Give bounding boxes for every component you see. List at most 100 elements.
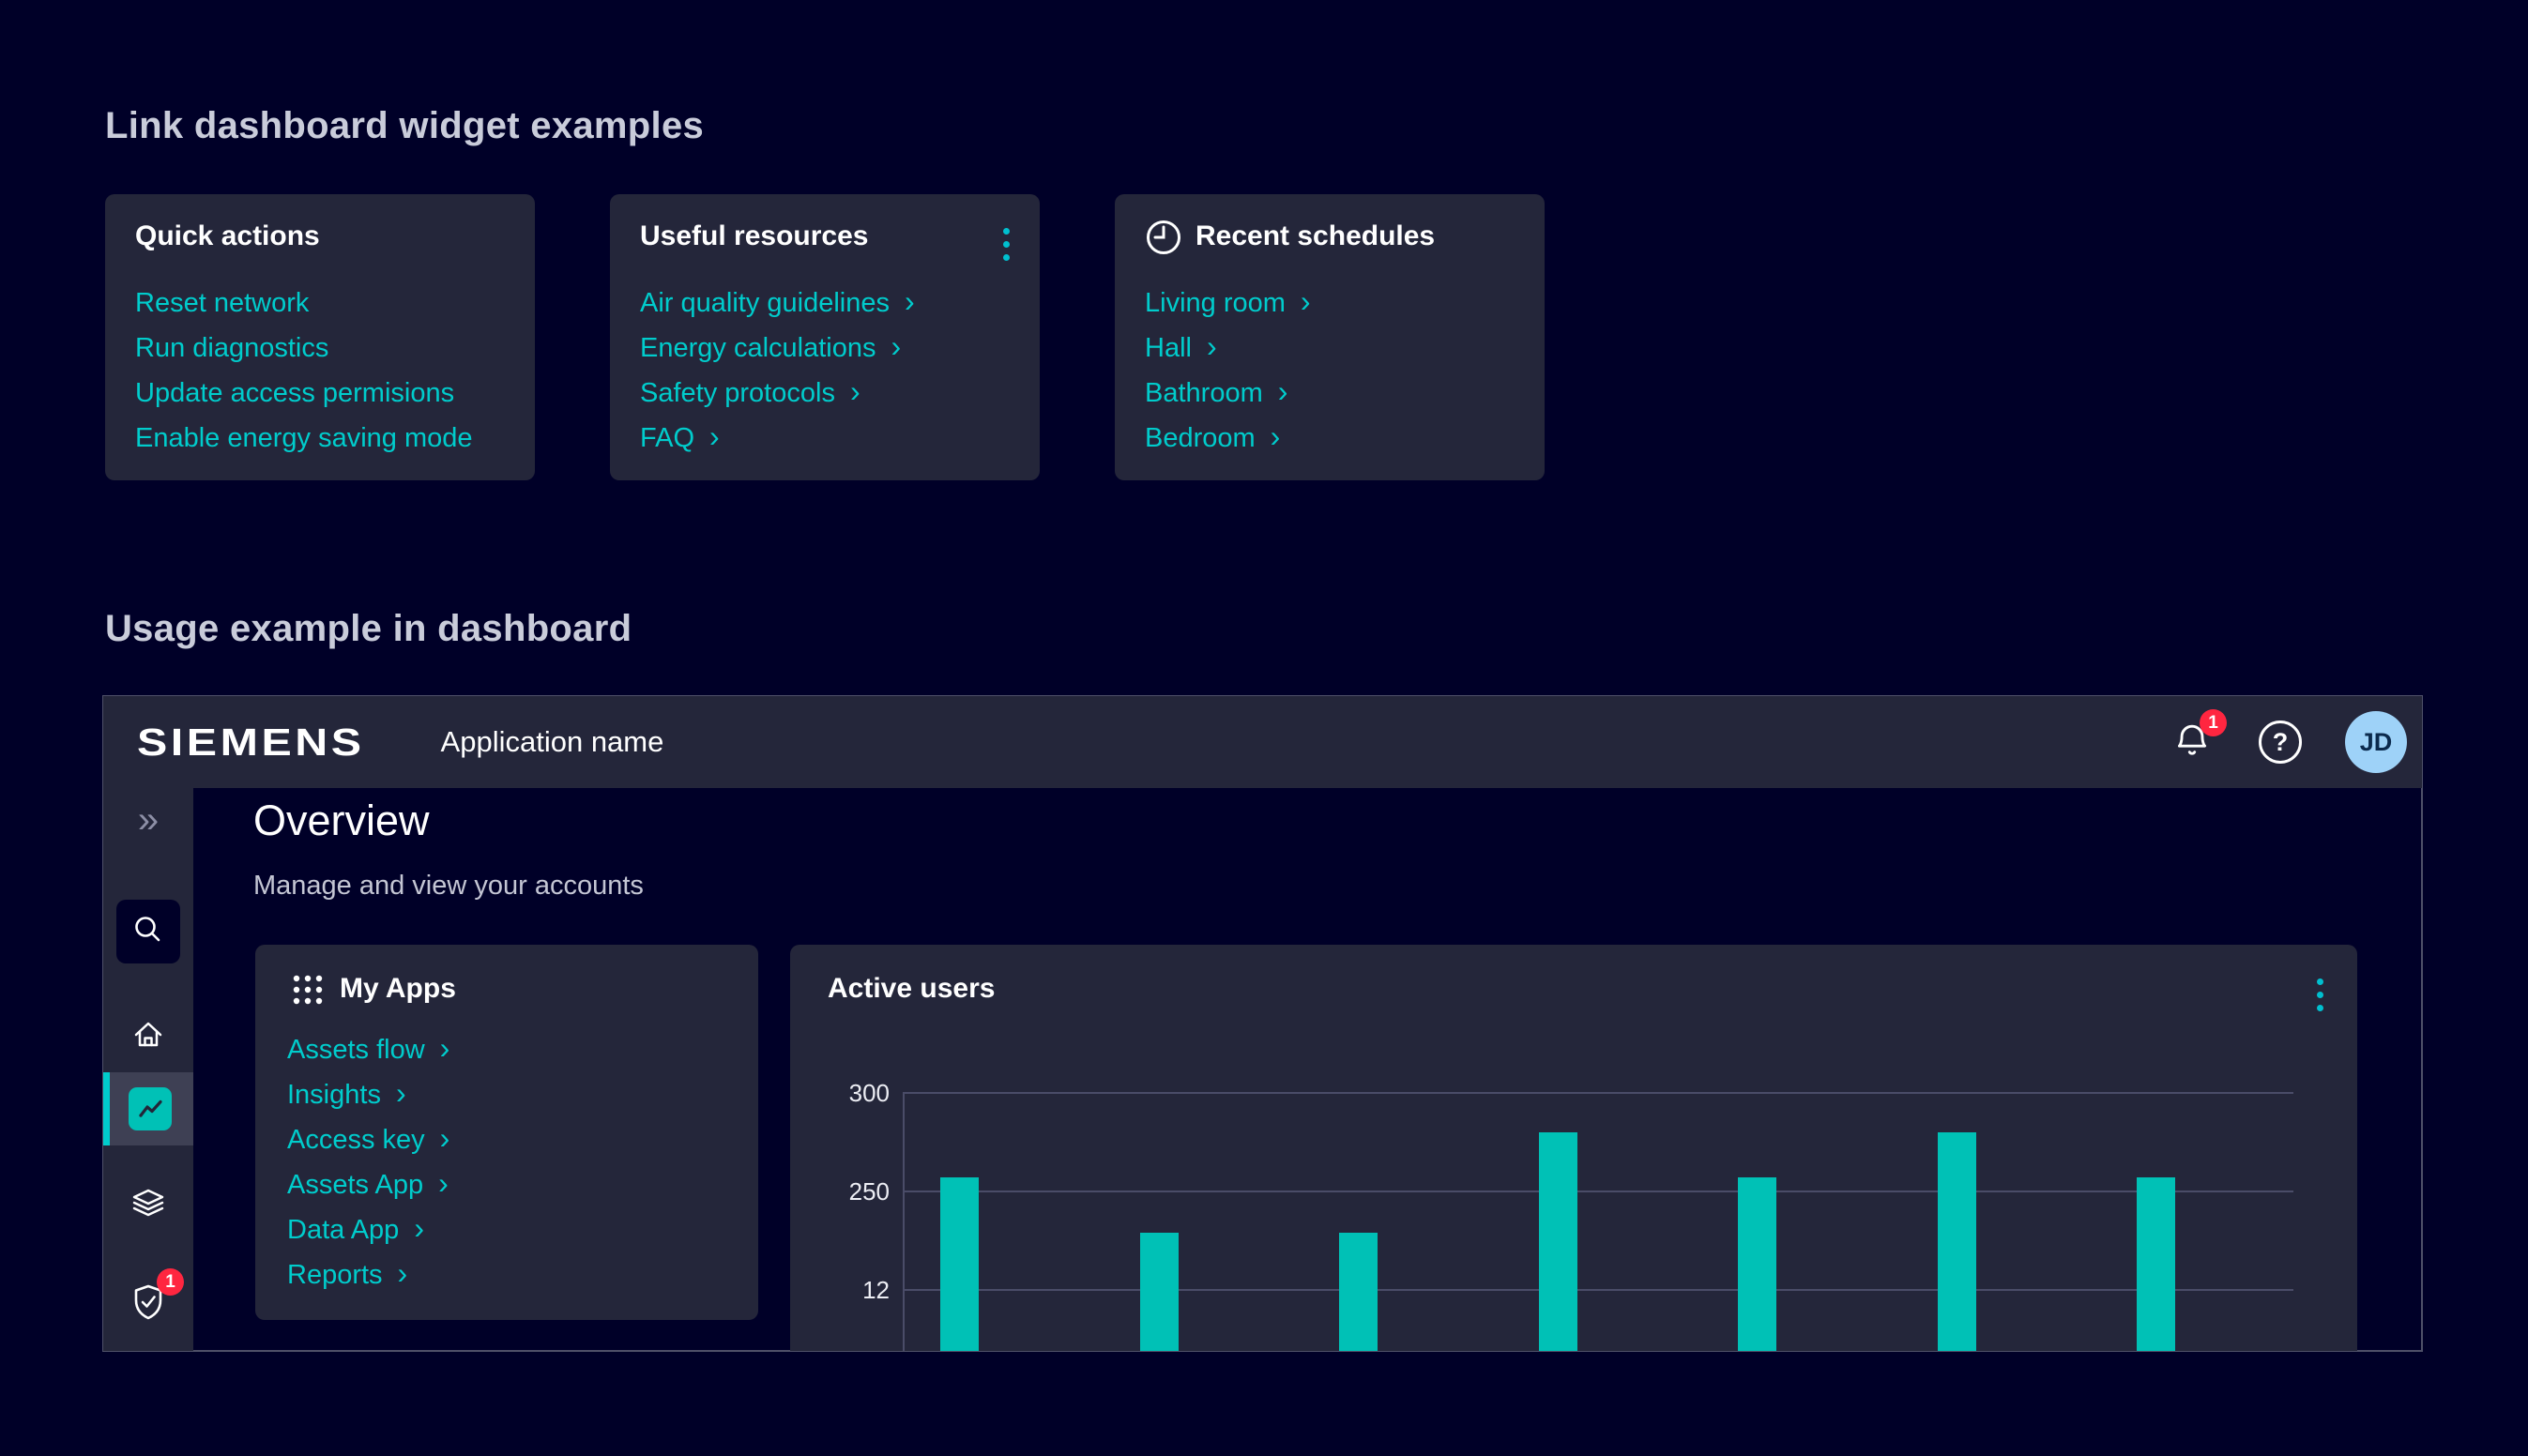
card-title: Quick actions <box>135 219 320 254</box>
kebab-menu-icon[interactable] <box>997 222 1015 266</box>
link-assets-app[interactable]: Assets App › <box>287 1162 449 1207</box>
sidebar-item-security[interactable]: 1 <box>126 1282 171 1327</box>
link-assets-flow[interactable]: Assets flow › <box>287 1027 449 1072</box>
clock-icon <box>1143 217 1184 263</box>
chevron-right-icon: › <box>440 1125 450 1155</box>
link-hall[interactable]: Hall › <box>1145 326 1311 371</box>
link-air-quality-guidelines[interactable]: Air quality guidelines › <box>640 281 915 326</box>
link-label: Access key <box>287 1125 425 1156</box>
sidebar-item-search[interactable] <box>116 900 180 963</box>
apps-grid-icon <box>291 973 325 1011</box>
avatar-initials: JD <box>2360 728 2393 757</box>
chevron-right-icon: › <box>891 333 901 363</box>
link-label: Assets App <box>287 1170 423 1201</box>
kebab-dot <box>1003 241 1010 248</box>
link-list: Air quality guidelines › Energy calculat… <box>640 281 915 461</box>
my-apps-card: My Apps Assets flow › Insights › Access … <box>255 945 758 1320</box>
widget-card-useful-resources: Useful resources Air quality guidelines … <box>610 194 1040 480</box>
card-title: My Apps <box>340 971 456 1007</box>
dashboard-frame: SIEMENS Application name 1 ? JD » <box>103 696 2422 1351</box>
bar <box>1339 1233 1378 1351</box>
gridline <box>903 1191 2293 1192</box>
card-title: Useful resources <box>640 219 868 254</box>
chevron-right-icon: › <box>414 1215 424 1245</box>
notifications-button[interactable]: 1 <box>2169 719 2216 766</box>
link-access-key[interactable]: Access key › <box>287 1117 449 1162</box>
link-bathroom[interactable]: Bathroom › <box>1145 371 1311 416</box>
header-actions: 1 ? JD <box>2169 711 2407 773</box>
section-title-usage: Usage example in dashboard <box>105 606 632 651</box>
bar <box>1539 1132 1577 1351</box>
page-title: Overview <box>253 796 430 846</box>
sidebar-item-analytics-active[interactable] <box>103 1072 193 1145</box>
link-list: Reset network Run diagnostics Update acc… <box>135 281 473 461</box>
chart-plot: 300 250 12 <box>790 945 2357 1351</box>
gridline <box>903 1092 2293 1094</box>
page-subtitle: Manage and view your accounts <box>253 869 644 902</box>
link-living-room[interactable]: Living room › <box>1145 281 1311 326</box>
sidebar-item-layers[interactable] <box>126 1183 171 1228</box>
sidebar-item-home[interactable] <box>126 1014 171 1059</box>
chevron-right-icon: › <box>440 1035 450 1065</box>
application-name: Application name <box>441 725 664 759</box>
link-label: Data App <box>287 1215 399 1246</box>
active-users-card: Active users 300 250 12 <box>790 945 2357 1351</box>
bar <box>1140 1233 1179 1351</box>
link-label: Living room <box>1145 288 1286 319</box>
link-label: Air quality guidelines <box>640 288 890 319</box>
bar <box>940 1177 979 1351</box>
chevron-right-icon: › <box>905 288 915 318</box>
y-axis-tick: 250 <box>815 1176 890 1206</box>
user-avatar[interactable]: JD <box>2345 711 2407 773</box>
link-label: Energy calculations <box>640 333 876 364</box>
link-label: Reset network <box>135 288 309 319</box>
link-label: Bathroom <box>1145 378 1263 409</box>
link-bedroom[interactable]: Bedroom › <box>1145 416 1311 461</box>
chevron-right-icon: › <box>438 1170 449 1200</box>
chevron-right-icon: › <box>1207 333 1217 363</box>
link-label: Insights <box>287 1080 381 1111</box>
widget-card-quick-actions: Quick actions Reset network Run diagnost… <box>105 194 535 480</box>
chevron-right-icon: › <box>1278 378 1288 408</box>
link-label: Hall <box>1145 333 1192 364</box>
link-reset-network[interactable]: Reset network <box>135 281 473 326</box>
notification-badge: 1 <box>2200 709 2227 736</box>
link-label: Assets flow <box>287 1035 425 1066</box>
link-update-access-permisions[interactable]: Update access permisions <box>135 371 473 416</box>
link-label: Enable energy saving mode <box>135 423 473 454</box>
app-header: SIEMENS Application name 1 ? JD <box>103 696 2422 788</box>
question-mark-icon: ? <box>2273 728 2289 757</box>
search-icon <box>131 913 165 951</box>
kebab-dot <box>1003 254 1010 261</box>
link-enable-energy-saving-mode[interactable]: Enable energy saving mode <box>135 416 473 461</box>
active-indicator-bar <box>103 1072 110 1145</box>
sidebar-collapse-button[interactable]: » <box>126 801 171 846</box>
chevron-right-icon: › <box>850 378 860 408</box>
link-insights[interactable]: Insights › <box>287 1072 449 1117</box>
link-safety-protocols[interactable]: Safety protocols › <box>640 371 915 416</box>
help-button[interactable]: ? <box>2259 720 2302 764</box>
sidebar-nav: » <box>103 788 193 1351</box>
link-faq[interactable]: FAQ › <box>640 416 915 461</box>
link-label: Update access permisions <box>135 378 454 409</box>
link-reports[interactable]: Reports › <box>287 1252 449 1297</box>
card-title: Recent schedules <box>1195 219 1435 254</box>
link-list: Assets flow › Insights › Access key › As… <box>287 1027 449 1297</box>
link-run-diagnostics[interactable]: Run diagnostics <box>135 326 473 371</box>
link-label: Safety protocols <box>640 378 835 409</box>
chevron-right-icon: › <box>1301 288 1311 318</box>
section-title-widgets: Link dashboard widget examples <box>105 103 704 148</box>
y-axis-tick: 12 <box>815 1275 890 1305</box>
link-data-app[interactable]: Data App › <box>287 1207 449 1252</box>
chevron-right-icon: › <box>709 423 720 453</box>
bar <box>1738 1177 1776 1351</box>
chevron-right-icon: › <box>398 1260 408 1290</box>
link-label: FAQ <box>640 423 694 454</box>
home-icon <box>129 1016 167 1058</box>
y-axis-line <box>903 1092 905 1351</box>
bar <box>1938 1132 1976 1351</box>
double-chevron-right-icon: » <box>138 801 159 846</box>
link-energy-calculations[interactable]: Energy calculations › <box>640 326 915 371</box>
link-label: Bedroom <box>1145 423 1256 454</box>
chevron-right-icon: › <box>396 1080 406 1110</box>
